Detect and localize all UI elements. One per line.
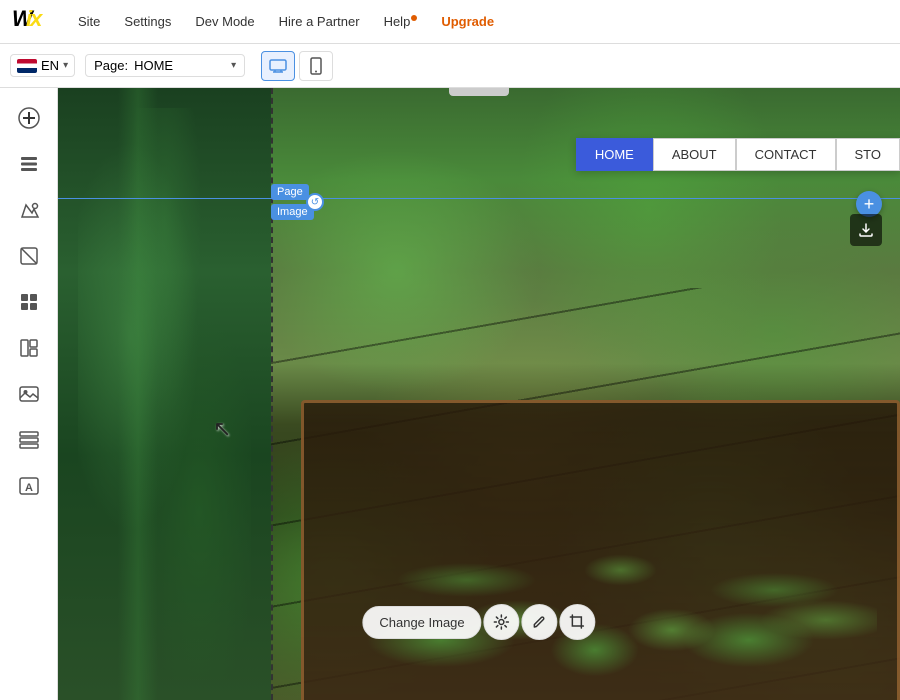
page-name: HOME	[134, 58, 173, 73]
svg-text:A: A	[25, 482, 33, 494]
sidebar-sections-icon[interactable]	[9, 420, 49, 460]
change-image-button[interactable]: Change Image	[362, 606, 481, 639]
language-selector[interactable]: EN ▾	[10, 54, 75, 77]
view-buttons	[261, 51, 333, 81]
pillar-leaves	[78, 108, 251, 680]
chevron-down-icon: ▾	[63, 60, 68, 71]
second-bar: EN ▾ Page: HOME ▾	[0, 44, 900, 88]
rotate-handle[interactable]: ↺	[306, 193, 324, 211]
language-label: EN	[41, 58, 59, 73]
sidebar-crop-icon[interactable]	[9, 236, 49, 276]
wix-logo[interactable]: W ix	[12, 6, 56, 37]
canvas: Page Image ↺ + HOME ABOUT CONTACT STO Ch…	[58, 88, 900, 700]
menu-site[interactable]: Site	[76, 10, 102, 33]
mobile-view-button[interactable]	[299, 51, 333, 81]
sidebar-media-icon[interactable]	[9, 374, 49, 414]
nav-item-contact[interactable]: CONTACT	[736, 138, 836, 171]
flag-icon	[17, 59, 37, 73]
settings-icon-btn[interactable]	[484, 604, 520, 640]
divider-line	[271, 88, 273, 700]
nav-item-sto[interactable]: STO	[836, 138, 900, 171]
crop-icon-btn[interactable]	[560, 604, 596, 640]
top-bar: W ix Site Settings Dev Mode Hire a Partn…	[0, 0, 900, 44]
edit-icon-btn[interactable]	[522, 604, 558, 640]
nav-item-about[interactable]: ABOUT	[653, 138, 736, 171]
sidebar-pages-icon[interactable]	[9, 144, 49, 184]
sidebar-text-icon[interactable]: A	[9, 466, 49, 506]
left-pillar	[58, 88, 271, 700]
page-chevron-icon: ▾	[231, 60, 236, 71]
seedlings	[364, 480, 877, 680]
nav-item-home[interactable]: HOME	[576, 138, 653, 171]
download-button[interactable]	[850, 214, 882, 246]
page-prefix: Page:	[94, 58, 128, 73]
svg-text:ix: ix	[26, 6, 43, 30]
sidebar-design-icon[interactable]	[9, 190, 49, 230]
raised-bed	[301, 400, 900, 700]
menu-dev-mode[interactable]: Dev Mode	[193, 10, 256, 33]
bottom-toolbar: Change Image	[362, 604, 595, 640]
menu-hire-partner[interactable]: Hire a Partner	[277, 10, 362, 33]
scroll-handle	[449, 88, 509, 96]
menu-help[interactable]: Help	[382, 10, 420, 33]
editor-area: A Page Image ↺	[0, 88, 900, 700]
nav-bar: HOME ABOUT CONTACT STO	[576, 138, 900, 171]
sidebar-add-button[interactable]	[9, 98, 49, 138]
selection-line	[58, 198, 900, 199]
left-sidebar: A	[0, 88, 58, 700]
page-selector[interactable]: Page: HOME ▾	[85, 54, 245, 77]
page-label[interactable]: Page	[271, 184, 309, 200]
menu-upgrade[interactable]: Upgrade	[439, 10, 496, 33]
desktop-view-button[interactable]	[261, 51, 295, 81]
menu-settings[interactable]: Settings	[122, 10, 173, 33]
sidebar-layout-icon[interactable]	[9, 328, 49, 368]
sidebar-apps-icon[interactable]	[9, 282, 49, 322]
